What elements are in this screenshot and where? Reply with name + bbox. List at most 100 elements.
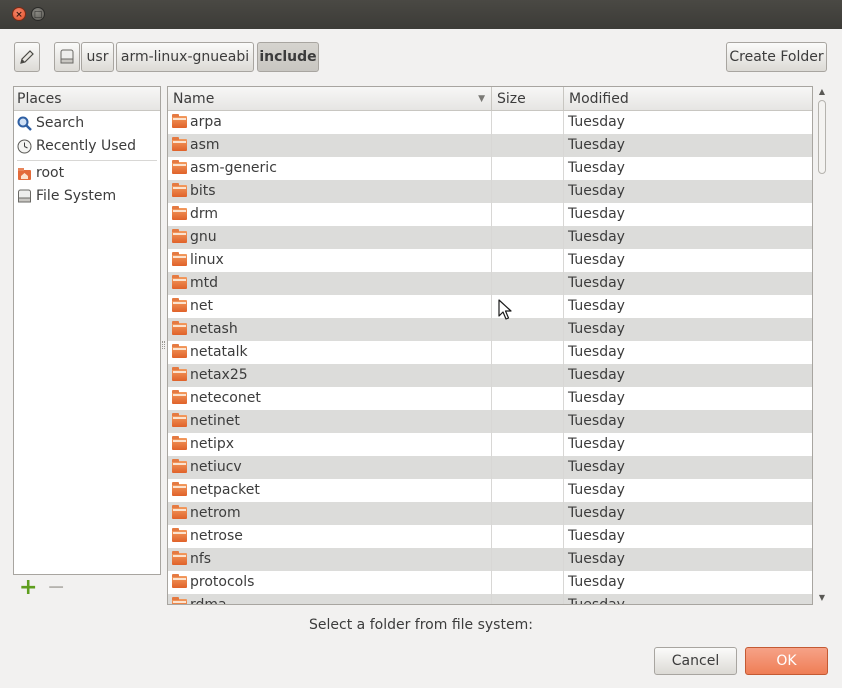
file-row[interactable]: net Tuesday [168,295,812,318]
folder-icon [172,390,187,404]
file-rows: arpa Tuesday asm Tuesday asm-generic Tuesday b… [168,111,812,605]
file-row[interactable]: linux Tuesday [168,249,812,272]
place-item-root[interactable]: root [14,162,160,185]
file-size [491,272,563,295]
place-item-label: Recently Used [36,138,137,154]
file-size [491,433,563,456]
file-row[interactable]: netpacket Tuesday [168,479,812,502]
sort-descending-icon: ▼ [478,94,485,104]
file-row[interactable]: netax25 Tuesday [168,364,812,387]
file-size [491,364,563,387]
file-row[interactable]: protocols Tuesday [168,571,812,594]
folder-icon [172,206,187,220]
search-icon [17,116,32,131]
drive-icon [60,49,74,64]
file-row[interactable]: netrom Tuesday [168,502,812,525]
file-name: arpa [190,114,222,130]
breadcrumb-usr-button[interactable]: usr [81,42,114,72]
places-header: Places [14,87,160,111]
folder-icon [172,183,187,197]
home-folder-icon [18,168,31,180]
file-row[interactable]: netipx Tuesday [168,433,812,456]
column-header-modified[interactable]: Modified [564,87,812,111]
edit-location-button[interactable] [14,42,40,72]
cancel-button[interactable]: Cancel [654,647,737,675]
scrollbar-thumb[interactable] [818,100,826,174]
scroll-up-icon[interactable]: ▲ [818,88,826,96]
file-modified: Tuesday [568,436,625,452]
window-titlebar: × □ [0,0,842,29]
file-row[interactable]: netash Tuesday [168,318,812,341]
ok-button[interactable]: OK [745,647,828,675]
file-modified: Tuesday [568,321,625,337]
file-name: asm [190,137,220,153]
file-row[interactable]: mtd Tuesday [168,272,812,295]
file-name: rdma [190,597,227,605]
file-modified: Tuesday [568,390,625,406]
file-list-scrollbar[interactable]: ▲ ▼ [816,86,828,604]
file-modified: Tuesday [568,275,625,291]
folder-icon [172,344,187,358]
place-item-file-system[interactable]: File System [14,185,160,208]
folder-icon [172,298,187,312]
column-header-label: Size [497,91,526,107]
folder-icon [172,505,187,519]
file-row[interactable]: nfs Tuesday [168,548,812,571]
folder-icon [172,275,187,289]
column-divider [491,111,492,604]
file-size [491,180,563,203]
folder-icon [172,160,187,174]
file-row[interactable]: drm Tuesday [168,203,812,226]
file-row[interactable]: netrose Tuesday [168,525,812,548]
file-modified: Tuesday [568,505,625,521]
folder-icon [172,459,187,473]
file-name: net [190,298,213,314]
file-row[interactable]: asm Tuesday [168,134,812,157]
file-size [491,226,563,249]
file-modified: Tuesday [568,459,625,475]
folder-icon [172,114,187,128]
breadcrumb-root-button[interactable] [54,42,80,72]
pane-resize-handle[interactable] [162,341,165,349]
folder-icon [172,551,187,565]
window-close-button[interactable]: × [12,7,26,21]
file-modified: Tuesday [568,183,625,199]
places-divider [17,160,157,161]
file-row[interactable]: netiucv Tuesday [168,456,812,479]
file-row[interactable]: netinet Tuesday [168,410,812,433]
file-size [491,387,563,410]
breadcrumb-arm-linux-gnueabi-button[interactable]: arm-linux-gnueabi [116,42,254,72]
place-item-recently-used[interactable]: Recently Used [14,135,160,158]
file-row[interactable]: bits Tuesday [168,180,812,203]
file-name: asm-generic [190,160,277,176]
breadcrumb-include-button[interactable]: include [257,42,319,72]
remove-bookmark-button[interactable]: − [47,577,65,599]
window-maximize-button[interactable]: □ [31,7,45,21]
folder-icon [172,229,187,243]
file-modified: Tuesday [568,114,625,130]
add-bookmark-button[interactable]: + [19,577,37,599]
scroll-down-icon[interactable]: ▼ [818,594,826,602]
file-row[interactable]: netatalk Tuesday [168,341,812,364]
file-row[interactable]: asm-generic Tuesday [168,157,812,180]
folder-icon [172,252,187,266]
file-size [491,548,563,571]
create-folder-button[interactable]: Create Folder [726,42,827,72]
column-header-size[interactable]: Size [492,87,564,111]
file-size [491,410,563,433]
file-size [491,479,563,502]
file-row[interactable]: arpa Tuesday [168,111,812,134]
select-folder-hint: Select a folder from file system: [309,617,533,633]
file-row[interactable]: rdma Tuesday [168,594,812,605]
file-row[interactable]: gnu Tuesday [168,226,812,249]
file-modified: Tuesday [568,367,625,383]
file-name: nfs [190,551,212,567]
place-item-label: root [36,165,65,181]
place-item-search[interactable]: Search [14,112,160,135]
folder-icon [172,482,187,496]
file-name: protocols [190,574,255,590]
file-row[interactable]: neteconet Tuesday [168,387,812,410]
column-header-name[interactable]: Name ▼ [168,87,492,111]
file-name: netiucv [190,459,242,475]
file-modified: Tuesday [568,597,625,605]
